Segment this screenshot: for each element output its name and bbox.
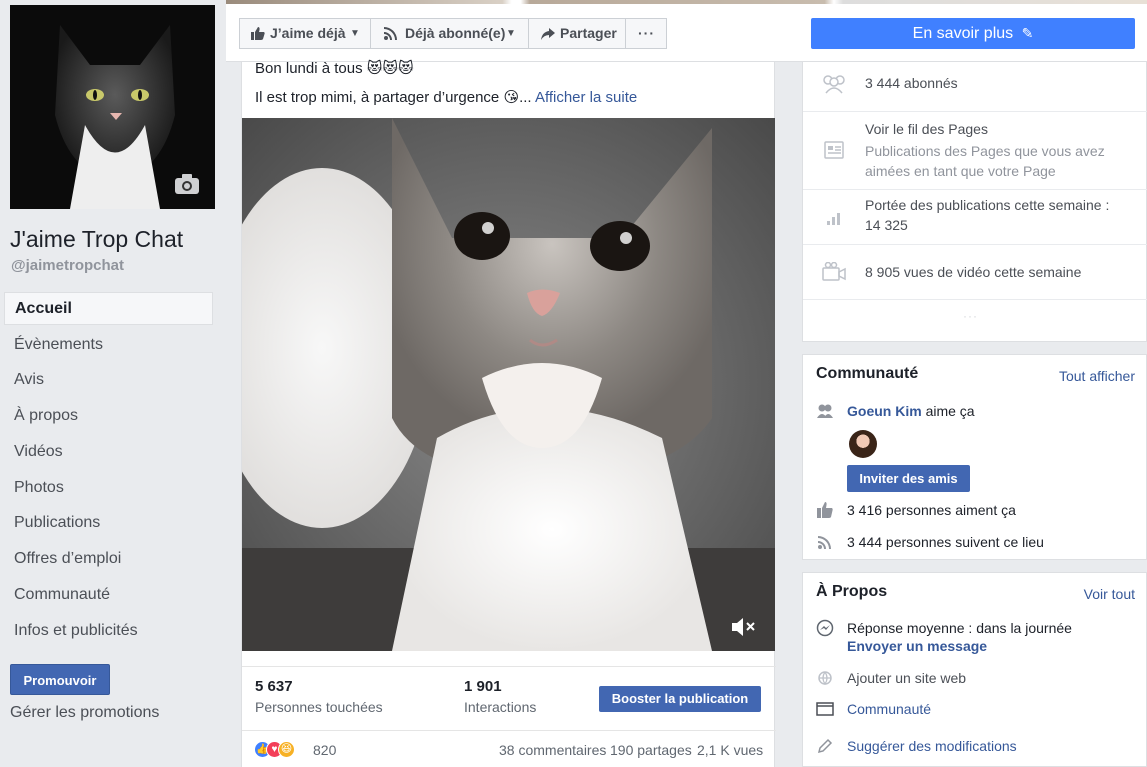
page-title[interactable]: J'aime Trop Chat <box>10 226 183 253</box>
share-arrow-icon <box>541 28 555 40</box>
page-follows-count: 3 444 personnes suivent ce lieu <box>847 534 1044 550</box>
mute-icon[interactable] <box>730 616 756 638</box>
category-link[interactable]: Communauté <box>847 700 931 718</box>
people-icon <box>823 75 845 94</box>
post-text-line-1: Bon lundi à tous 😻😻😻 <box>255 60 414 77</box>
reach-value: 5 637 <box>255 678 293 695</box>
messenger-icon <box>816 619 834 637</box>
page-handle[interactable]: @jaimetropchat <box>11 257 124 274</box>
follow-button-label: Déjà abonné(e) <box>405 25 506 41</box>
cover-photo-strip <box>226 0 1147 4</box>
learn-more-button[interactable]: En savoir plus ✎ <box>811 18 1135 49</box>
page-stats-card: 3 444 abonnés Voir le fil des Pages Publ… <box>802 62 1147 342</box>
nav-item-evenements[interactable]: Évènements <box>4 328 213 361</box>
like-page-button[interactable]: J’aime déjà ▼ <box>239 18 371 49</box>
pages-feed-title: Voir le fil des Pages <box>865 121 988 137</box>
video-views-row[interactable]: 8 905 vues de vidéo cette semaine <box>803 245 1147 300</box>
nav-item-videos[interactable]: Vidéos <box>4 435 213 468</box>
community-title: Communauté <box>816 365 919 382</box>
manage-promotions-link[interactable]: Gérer les promotions <box>10 704 159 722</box>
invite-friends-button[interactable]: Inviter des amis <box>847 465 970 492</box>
post-text: Il est trop mimi, à partager d’urgence 😘… <box>255 89 532 106</box>
post-reactions-row: 👍 ♥ 😆 820 38 commentaires 190 partages 2… <box>242 730 776 767</box>
caret-down-icon: ▼ <box>350 28 360 39</box>
profile-picture[interactable] <box>10 5 215 209</box>
thumbs-up-icon <box>817 502 833 518</box>
comments-count[interactable]: 38 commentaires <box>499 742 606 758</box>
nav-item-offres-emploi[interactable]: Offres d’emploi <box>4 542 213 575</box>
share-button[interactable]: Partager <box>528 18 626 49</box>
post-card: Bon lundi à tous 😻😻😻 Il est trop mimi, à… <box>241 60 776 767</box>
pages-feed-subtitle-2: aimées en tant que votre Page <box>865 163 1056 179</box>
more-stats-dots[interactable]: ··· <box>963 309 978 323</box>
post-reach-row[interactable]: Portée des publications cette semaine : … <box>803 190 1147 245</box>
haha-reaction-icon[interactable]: 😆 <box>278 741 295 758</box>
nav-item-publications[interactable]: Publications <box>4 506 213 539</box>
pencil-icon <box>817 738 833 754</box>
friend-avatar[interactable] <box>849 430 877 458</box>
learn-more-label: En savoir plus <box>912 25 1014 42</box>
pencil-icon[interactable]: ✎ <box>1022 25 1034 41</box>
nav-item-accueil[interactable]: Accueil <box>4 292 213 325</box>
post-reach-label: Portée des publications cette semaine : <box>865 197 1110 213</box>
folder-icon <box>816 702 834 716</box>
camera-icon[interactable] <box>174 173 200 195</box>
share-button-label: Partager <box>560 25 617 41</box>
friends-icon <box>817 404 833 418</box>
views-count[interactable]: 2,1 K vues <box>697 742 763 758</box>
rss-icon <box>384 27 397 40</box>
more-options-button[interactable]: ··· <box>625 18 667 49</box>
friend-name-link[interactable]: Goeun Kim <box>847 403 922 419</box>
friend-action-text: aime ça <box>925 403 975 419</box>
engagement-label: Interactions <box>464 699 537 715</box>
add-website-link[interactable]: Ajouter un site web <box>847 669 966 687</box>
like-button-label: J’aime déjà <box>270 25 346 41</box>
left-sidebar: J'aime Trop Chat @jaimetropchat Accueil … <box>0 0 226 767</box>
boost-post-button[interactable]: Booster la publication <box>599 686 761 712</box>
post-video[interactable] <box>242 118 775 651</box>
bar-chart-icon <box>827 213 840 225</box>
response-time-text: Réponse moyenne : dans la journée <box>847 620 1072 636</box>
kitten-video-frame <box>242 118 775 651</box>
post-insights: 5 637 Personnes touchées 1 901 Interacti… <box>242 666 776 721</box>
promote-button[interactable]: Promouvoir <box>10 664 110 695</box>
rss-icon <box>818 536 831 549</box>
about-card: À Propos Voir tout Réponse moyenne : dan… <box>802 572 1147 767</box>
pages-feed-row[interactable]: Voir le fil des Pages Publications des P… <box>803 112 1147 190</box>
video-camera-icon <box>822 262 846 281</box>
about-see-all-link[interactable]: Voir tout <box>1084 586 1135 602</box>
thumbs-up-icon <box>251 27 265 40</box>
nav-item-communaute[interactable]: Communauté <box>4 578 213 611</box>
globe-icon <box>818 671 832 686</box>
post-reach-value: 14 325 <box>865 217 908 233</box>
news-feed-icon <box>824 141 844 159</box>
caret-down-icon: ▼ <box>506 28 516 39</box>
about-title: À Propos <box>816 583 888 600</box>
followers-row[interactable]: 3 444 abonnés <box>803 62 1147 112</box>
nav-item-photos[interactable]: Photos <box>4 471 213 504</box>
community-card: Communauté Tout afficher Goeun Kim aime … <box>802 354 1147 560</box>
followers-count: 3 444 abonnés <box>865 75 958 91</box>
nav-item-infos-publicites[interactable]: Infos et publicités <box>4 614 213 647</box>
post-text-line-2: Il est trop mimi, à partager d’urgence 😘… <box>255 88 637 106</box>
reactions-count[interactable]: 820 <box>313 742 336 758</box>
shares-count[interactable]: 190 partages <box>610 742 692 758</box>
engagement-value: 1 901 <box>464 678 502 695</box>
pages-feed-subtitle-1: Publications des Pages que vous avez <box>865 143 1105 159</box>
suggest-edits-link[interactable]: Suggérer des modifications <box>847 737 1017 755</box>
see-more-link[interactable]: Afficher la suite <box>535 89 637 106</box>
nav-item-a-propos[interactable]: À propos <box>4 399 213 432</box>
page-likes-count: 3 416 personnes aiment ça <box>847 502 1016 518</box>
video-views-count: 8 905 vues de vidéo cette semaine <box>865 264 1082 280</box>
reach-label: Personnes touchées <box>255 699 383 715</box>
nav-item-avis[interactable]: Avis <box>4 363 213 396</box>
community-see-all-link[interactable]: Tout afficher <box>1059 368 1135 384</box>
follow-page-button[interactable]: Déjà abonné(e) ▼ <box>370 18 529 49</box>
send-message-link[interactable]: Envoyer un message <box>847 637 987 655</box>
